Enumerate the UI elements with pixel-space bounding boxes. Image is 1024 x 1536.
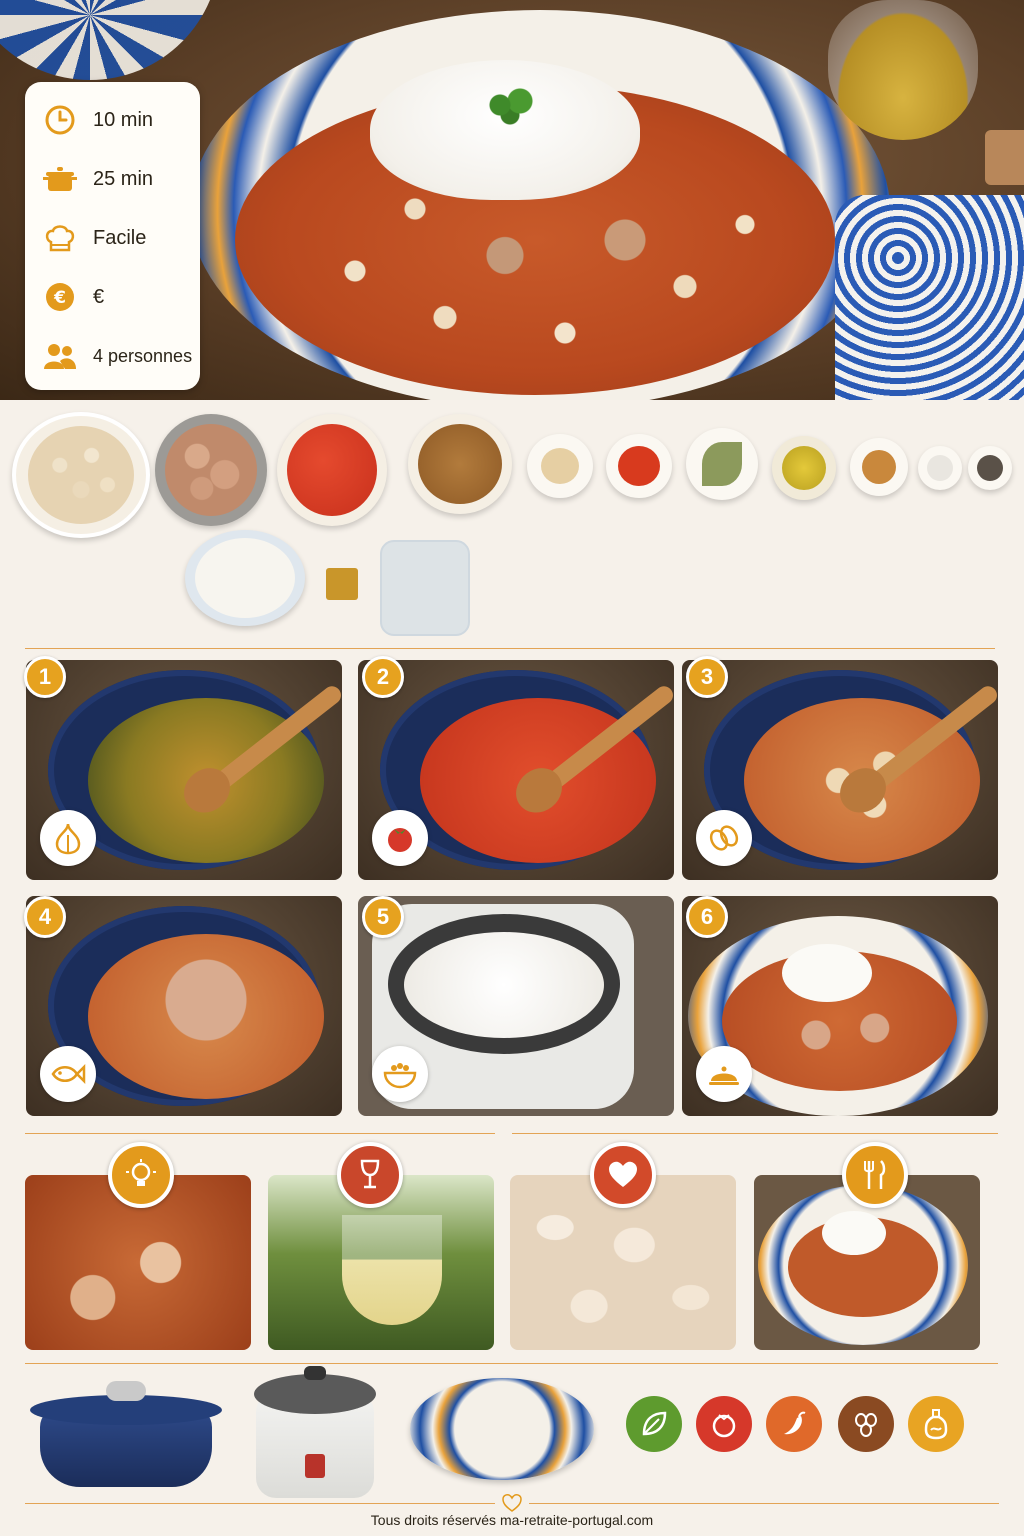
step-number-6: 6	[686, 896, 728, 938]
footer-divider-left	[25, 1503, 495, 1504]
step-number-5: 5	[362, 896, 404, 938]
prep-time-row: 10 min	[43, 100, 153, 140]
difficulty: Facile	[93, 226, 147, 249]
ingredient-vinegar	[850, 438, 908, 496]
rice-bowl-icon	[372, 1046, 428, 1102]
ingredient-white-beans	[12, 412, 150, 538]
olive-oil-carafe	[828, 0, 978, 140]
rice-mound	[370, 60, 640, 200]
ingredient-salt	[918, 446, 962, 490]
ingredient-water-jug	[380, 540, 470, 636]
step-2-photo	[358, 660, 674, 880]
heart-ornament-icon	[497, 1493, 527, 1513]
ingredient-garlic-powder	[527, 434, 593, 498]
step-3-photo	[682, 660, 998, 880]
chef-hat-icon	[43, 221, 77, 255]
section-divider	[25, 1363, 998, 1364]
difficulty-row: Facile	[43, 218, 146, 258]
wine-glass-icon	[337, 1142, 403, 1208]
people-icon	[43, 339, 77, 373]
pot-icon	[43, 162, 77, 196]
step-number-4: 4	[24, 896, 66, 938]
section-divider	[25, 1133, 495, 1134]
oil-bottle-icon	[908, 1396, 964, 1452]
decorative-bowl	[0, 0, 220, 80]
cost-row: € €	[43, 277, 104, 317]
fork-knife-icon	[842, 1142, 908, 1208]
step-number-3: 3	[686, 656, 728, 698]
cork	[985, 130, 1024, 185]
clock-icon	[43, 103, 77, 137]
ingredient-olive-oil	[772, 436, 836, 500]
ingredient-bay-leaves	[686, 428, 758, 500]
section-divider	[512, 1133, 998, 1134]
serving-plate	[410, 1378, 594, 1480]
ingredient-rice	[185, 530, 305, 626]
section-divider	[25, 648, 995, 649]
dutch-oven	[26, 1375, 226, 1490]
svg-text:€: €	[53, 288, 66, 308]
lightbulb-icon	[108, 1142, 174, 1208]
step-number-2: 2	[362, 656, 404, 698]
ingredient-canned-tuna	[155, 414, 267, 526]
step-number-1: 1	[24, 656, 66, 698]
heart-icon	[590, 1142, 656, 1208]
ingredient-fried-onions	[408, 414, 512, 514]
cook-time: 25 min	[93, 167, 154, 190]
step-1-photo	[26, 660, 342, 880]
step-5-photo	[358, 896, 674, 1116]
cook-time-row: 25 min	[43, 159, 153, 199]
tomato-icon	[372, 810, 428, 866]
step-6-photo	[682, 896, 998, 1116]
footer-copyright: Tous droits réservés ma-retraite-portuga…	[370, 1512, 654, 1528]
servings: 4 personnes	[93, 345, 193, 366]
hero-photo: 10 min 25 min Facile € € 4 personnes	[0, 0, 1024, 400]
step-4-photo	[26, 896, 342, 1116]
euro-coin-icon: €	[43, 280, 77, 314]
leaf-icon	[626, 1396, 682, 1452]
footer-divider-right	[529, 1503, 999, 1504]
servings-row: 4 personnes	[43, 336, 192, 376]
recipe-info-card: 10 min 25 min Facile € € 4 personnes	[25, 82, 200, 390]
parsley-garnish	[485, 85, 535, 125]
napkin	[835, 195, 1024, 400]
garlic-icon	[40, 810, 96, 866]
rice-cooker	[250, 1362, 380, 1500]
ingredient-paprika	[606, 434, 672, 498]
cost: €	[93, 285, 105, 308]
beans-icon	[696, 810, 752, 866]
ingredient-stock-cube	[326, 568, 358, 600]
chili-icon	[766, 1396, 822, 1452]
tomato-icon	[696, 1396, 752, 1452]
ingredient-crushed-tomatoes	[277, 414, 387, 526]
serving-cloche-icon	[696, 1046, 752, 1102]
ingredient-black-pepper	[968, 446, 1012, 490]
beans-icon	[838, 1396, 894, 1452]
prep-time: 10 min	[93, 108, 154, 131]
fish-icon	[40, 1046, 96, 1102]
